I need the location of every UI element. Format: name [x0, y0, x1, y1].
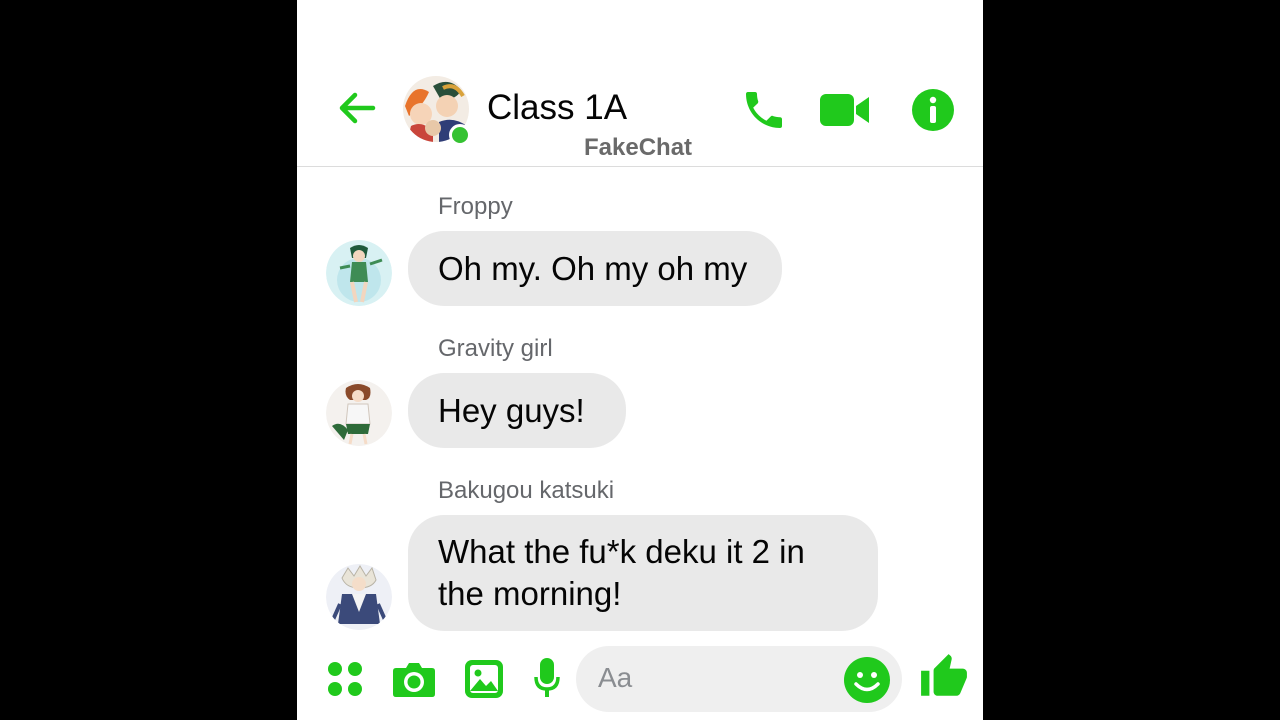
video-camera-icon: [820, 94, 869, 126]
like-button[interactable]: [919, 652, 969, 702]
messenger-window: Class 1A FakeChat Froppy Oh my. Oh my oh…: [297, 0, 983, 720]
gallery-button[interactable]: [464, 659, 504, 699]
apps-button[interactable]: [326, 660, 364, 698]
sender-avatar-gravity-girl[interactable]: [326, 380, 392, 446]
info-button[interactable]: [911, 88, 955, 132]
online-status-dot: [449, 124, 471, 146]
back-arrow-icon: [339, 92, 376, 124]
info-icon: [912, 89, 954, 131]
apps-icon: [328, 662, 362, 696]
phone-icon: [746, 92, 782, 128]
sender-avatar-froppy[interactable]: [326, 240, 392, 306]
app-watermark: FakeChat: [584, 134, 693, 161]
emoji-button[interactable]: [843, 656, 891, 704]
message-text-line: the morning!: [438, 575, 622, 612]
video-call-button[interactable]: [818, 90, 872, 130]
thumbs-up-icon: [921, 654, 967, 696]
message-input-placeholder: Aa: [598, 662, 633, 693]
camera-icon: [393, 663, 435, 697]
sender-avatar-bakugou[interactable]: [326, 564, 392, 630]
gallery-icon: [465, 660, 503, 698]
message-bubble[interactable]: What the fu*k deku it 2 in the morning!: [408, 515, 878, 631]
audio-call-button[interactable]: [740, 86, 788, 134]
back-button[interactable]: [335, 86, 379, 130]
message-bubble[interactable]: Hey guys!: [408, 373, 626, 448]
message-bubble[interactable]: Oh my. Oh my oh my: [408, 231, 782, 306]
microphone-button[interactable]: [533, 657, 561, 699]
sender-name: Froppy: [438, 193, 513, 220]
emoji-icon: [844, 657, 890, 703]
microphone-icon: [534, 658, 560, 697]
chat-header: Class 1A FakeChat: [297, 0, 983, 167]
message-text: Hey guys!: [438, 391, 585, 429]
camera-button[interactable]: [392, 660, 436, 698]
message-text: Oh my. Oh my oh my: [438, 249, 748, 287]
chat-title[interactable]: Class 1A: [487, 88, 627, 128]
sender-name: Bakugou katsuki: [438, 477, 615, 504]
sender-name: Gravity girl: [438, 335, 553, 362]
message-text-line: What the fu*k deku it 2 in: [438, 533, 805, 570]
